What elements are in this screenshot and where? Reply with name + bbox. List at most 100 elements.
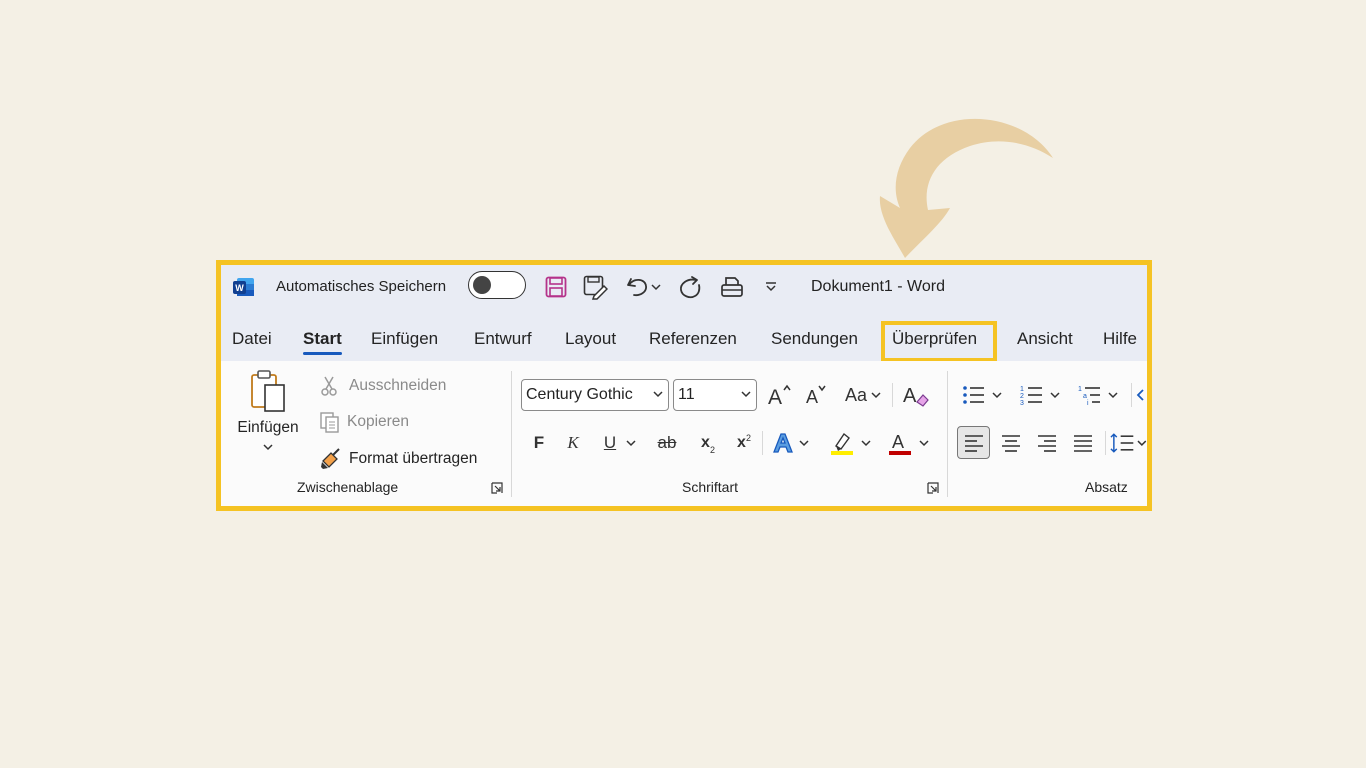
- svg-text:3: 3: [1020, 400, 1024, 406]
- multilevel-list-button[interactable]: 1ai: [1073, 379, 1123, 411]
- shrink-font-button[interactable]: A: [801, 379, 831, 411]
- grow-font-button[interactable]: A: [765, 379, 795, 411]
- svg-text:a: a: [1083, 393, 1087, 400]
- font-launcher-icon[interactable]: [927, 482, 939, 494]
- copy-button[interactable]: Kopieren: [319, 411, 409, 433]
- chevron-down-icon: [799, 440, 809, 447]
- bullet-list-icon: [963, 386, 984, 404]
- paste-label: Einfügen: [237, 419, 299, 436]
- printer-icon: [721, 277, 743, 297]
- svg-text:1: 1: [1020, 386, 1024, 393]
- clipboard-launcher-icon[interactable]: [491, 482, 503, 494]
- font-group-label: Schriftart: [682, 479, 739, 495]
- svg-text:1: 1: [1078, 386, 1082, 393]
- font-color-icon: A: [889, 432, 911, 455]
- subscript-label: x: [701, 434, 710, 451]
- line-spacing-button[interactable]: [1109, 426, 1147, 459]
- chevron-down-icon: [651, 284, 661, 291]
- word-window: W Automatisches Speichern Dokument1 - Wo…: [221, 265, 1147, 506]
- print-preview-button[interactable]: [718, 273, 746, 301]
- italic-button[interactable]: K: [559, 427, 587, 459]
- bold-label: F: [533, 433, 545, 452]
- button-separator: [1105, 431, 1106, 455]
- customize-chevron-icon: [766, 282, 776, 292]
- cut-label: Ausschneiden: [349, 377, 447, 394]
- bold-button[interactable]: F: [525, 427, 553, 459]
- subscript-mark: 2: [709, 445, 715, 455]
- chevron-down-icon: [1108, 392, 1118, 399]
- justify-icon: [1073, 434, 1092, 452]
- align-left-button[interactable]: [957, 426, 990, 459]
- tab-highlight-box: [881, 321, 997, 362]
- save-button[interactable]: [542, 273, 570, 301]
- redo-icon: [680, 276, 701, 299]
- underline-label: U: [603, 433, 617, 452]
- strikethrough-label: ab: [657, 433, 677, 452]
- bullets-button[interactable]: [957, 379, 1007, 411]
- tab-hilfe[interactable]: Hilfe: [1103, 329, 1137, 349]
- clear-formatting-button[interactable]: A: [899, 379, 933, 411]
- grow-font-icon: A: [768, 384, 791, 407]
- underline-button[interactable]: U: [597, 427, 643, 459]
- svg-text:2: 2: [1020, 393, 1024, 400]
- customize-toolbar-button[interactable]: [761, 273, 781, 301]
- align-center-button[interactable]: [994, 426, 1027, 459]
- change-case-button[interactable]: Aa: [839, 379, 887, 411]
- redo-button[interactable]: [676, 273, 704, 301]
- chevron-down-icon: [741, 391, 751, 398]
- subscript-button[interactable]: x 2: [693, 427, 723, 459]
- curved-arrow-icon: [879, 118, 1053, 258]
- tab-einfuegen[interactable]: Einfügen: [371, 329, 438, 349]
- paste-clipboard-icon: [251, 370, 285, 412]
- svg-text:A: A: [903, 385, 917, 407]
- svg-text:A: A: [892, 432, 904, 452]
- tab-datei[interactable]: Datei: [232, 329, 272, 349]
- word-logo-icon: W: [233, 278, 254, 296]
- align-right-icon: [1037, 434, 1056, 452]
- font-color-button[interactable]: A: [883, 427, 933, 459]
- change-case-label: Aa: [844, 384, 868, 405]
- undo-button[interactable]: [621, 273, 665, 301]
- ribbon-panel: Einfügen Ausschneiden Kopieren Format üb…: [221, 361, 1147, 506]
- strikethrough-button[interactable]: ab: [651, 427, 683, 459]
- save-edit-icon: [583, 275, 608, 300]
- tab-layout[interactable]: Layout: [565, 329, 616, 349]
- numbering-button[interactable]: 123: [1015, 379, 1065, 411]
- tab-start[interactable]: Start: [303, 329, 342, 355]
- paragraph-group-label: Absatz: [1085, 479, 1128, 495]
- ribbon-highlight-frame: W Automatisches Speichern Dokument1 - Wo…: [216, 260, 1152, 511]
- save-as-button[interactable]: [581, 273, 609, 301]
- autosave-toggle[interactable]: [468, 271, 526, 299]
- clipboard-group-label: Zwischenablage: [297, 479, 399, 495]
- document-title: Dokument1 - Word: [811, 278, 945, 295]
- text-effects-icon: [773, 433, 793, 453]
- highlighter-icon: [831, 432, 853, 455]
- tab-referenzen[interactable]: Referenzen: [649, 329, 737, 349]
- superscript-button[interactable]: x 2: [729, 427, 759, 459]
- svg-text:A: A: [768, 386, 782, 407]
- chevron-down-icon: [263, 444, 273, 451]
- highlight-color-button[interactable]: [825, 427, 875, 459]
- cut-button[interactable]: Ausschneiden: [319, 375, 446, 397]
- align-center-icon: [1001, 434, 1020, 452]
- chevron-down-icon: [1050, 392, 1060, 399]
- paste-button[interactable]: Einfügen: [235, 369, 301, 469]
- tab-entwurf[interactable]: Entwurf: [474, 329, 532, 349]
- font-family-select[interactable]: Century Gothic: [521, 379, 669, 411]
- copy-icon: [320, 412, 339, 433]
- superscript-label: x: [737, 434, 746, 451]
- format-painter-button[interactable]: Format übertragen: [319, 447, 477, 471]
- tab-ansicht[interactable]: Ansicht: [1017, 329, 1073, 349]
- align-right-button[interactable]: [1030, 426, 1063, 459]
- chevron-down-icon: [871, 392, 881, 399]
- tab-sendungen[interactable]: Sendungen: [771, 329, 858, 349]
- copy-label: Kopieren: [347, 413, 410, 430]
- decrease-indent-button[interactable]: [1135, 379, 1147, 411]
- numbered-list-icon: 123: [1020, 386, 1042, 406]
- justify-button[interactable]: [1066, 426, 1099, 459]
- font-size-select[interactable]: 11: [673, 379, 757, 411]
- save-icon: [545, 276, 567, 298]
- chevron-down-icon: [653, 391, 663, 398]
- text-effects-button[interactable]: [767, 427, 813, 459]
- toggle-knob: [473, 275, 491, 294]
